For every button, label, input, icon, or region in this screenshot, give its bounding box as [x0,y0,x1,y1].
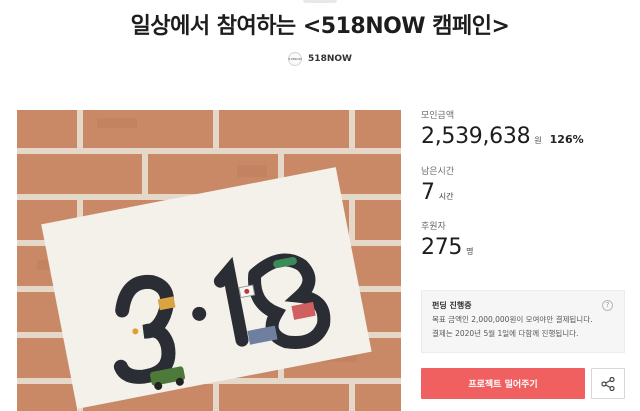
top-tab-handle [303,0,337,3]
funding-status-title: 펀딩 진행중 [432,301,472,310]
backers-stat: 후원자 275 명 [421,221,473,261]
funding-percent: 126% [549,133,584,146]
maker-avatar-text: 518NOW [288,57,302,61]
funding-status-box: 펀딩 진행중 목표 금액인 2,000,000원이 모여야만 결제됩니다. 결제… [421,290,625,353]
time-unit: 시간 [438,192,454,201]
time-stat: 남은시간 7 시간 [421,166,454,206]
amount-label: 모인금액 [421,111,455,121]
share-icon [601,376,615,391]
maker-info[interactable]: 518NOW 518NOW [0,52,640,66]
maker-name[interactable]: 518NOW [308,54,352,64]
funding-goal-text: 목표 금액인 2,000,000원이 모여야만 결제됩니다. [432,315,593,324]
share-button[interactable] [591,368,625,399]
backers-label: 후원자 [421,222,446,232]
amount-value: 2,539,638 [421,124,531,149]
backers-value: 275 [421,235,463,260]
maker-avatar[interactable]: 518NOW [288,52,303,66]
amount-unit: 원 [534,136,542,145]
project-main-image [17,110,401,411]
page-title: 일상에서 참여하는 <518NOW 캠페인> [130,14,510,39]
amount-stat: 모인금액 2,539,638 원 126% [421,110,584,150]
help-icon[interactable]: ? [602,300,613,311]
funding-payment-date-text: 결제는 2020년 5월 1일에 다함께 진행됩니다. [432,329,579,338]
backers-unit: 명 [466,247,474,256]
time-value: 7 [421,180,435,205]
push-project-button[interactable]: 프로젝트 밀어주기 [421,368,585,399]
time-label: 남은시간 [421,167,455,177]
brick-wall-illustration [17,110,401,411]
